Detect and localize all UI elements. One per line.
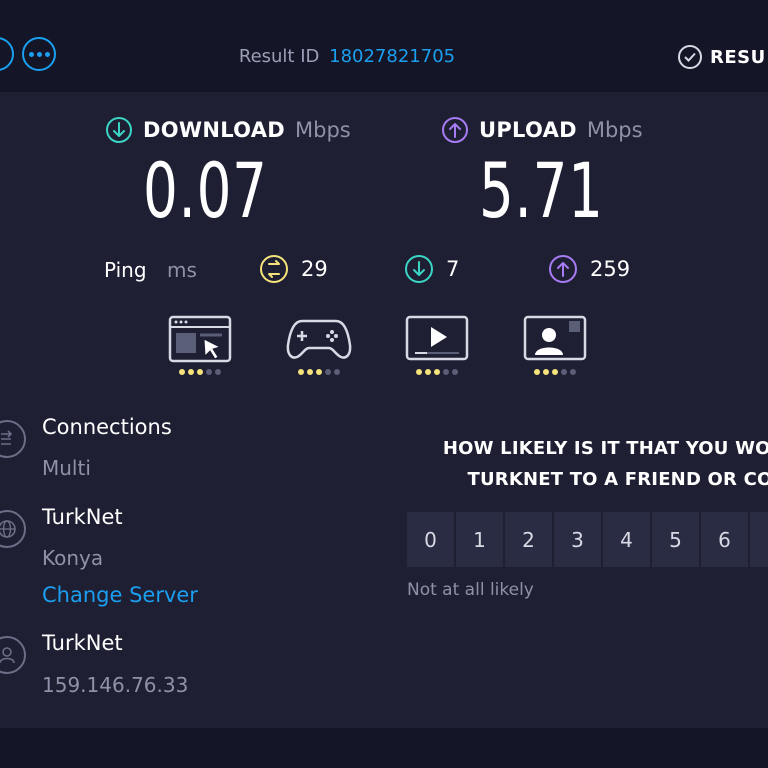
upload-ping-icon (549, 255, 577, 283)
upload-ping[interactable]: 259 (548, 254, 630, 284)
server-name: TurkNet (42, 505, 123, 529)
survey-option-5[interactable]: 5 (652, 512, 699, 567)
survey-option-3[interactable]: 3 (554, 512, 601, 567)
survey-scale: 01234567 (407, 512, 768, 567)
activity-web-browsing[interactable] (167, 315, 233, 375)
download-ping-value: 7 (446, 257, 460, 281)
upload-speed-value: 5.71 (479, 146, 604, 235)
result-id-label: Result ID (238, 46, 320, 67)
rating-dot (197, 369, 203, 375)
download-label: DOWNLOAD (143, 118, 286, 142)
connections-title: Connections (42, 415, 172, 439)
rating-dot (325, 369, 331, 375)
results-label: RESU (710, 46, 766, 68)
survey-question-line1: HOW LIKELY IS IT THAT YOU WOUL (442, 438, 768, 459)
rating-dot (179, 369, 185, 375)
upload-arrow-icon (442, 117, 468, 143)
rating-dot (307, 369, 313, 375)
activity-video-call[interactable] (522, 315, 588, 375)
rating-dot (434, 369, 440, 375)
survey-option-6[interactable]: 6 (701, 512, 748, 567)
video-call-rating (522, 369, 588, 375)
rating-dot (425, 369, 431, 375)
footer-bar (0, 728, 768, 768)
rating-dot (534, 369, 540, 375)
upload-unit: Mbps (586, 118, 643, 142)
results-button[interactable]: RESU (678, 45, 766, 69)
server-location: Konya (42, 546, 104, 570)
survey-option-4[interactable]: 4 (603, 512, 650, 567)
download-header: DOWNLOAD Mbps (105, 116, 351, 144)
top-bar: Result ID 18027821705 RESU (0, 0, 768, 92)
change-server-link[interactable]: Change Server (42, 583, 198, 607)
survey-option-0[interactable]: 0 (407, 512, 454, 567)
web-browsing-icon (168, 315, 232, 363)
ping-label: Ping (104, 258, 147, 282)
video-call-icon (523, 315, 587, 361)
result-id-link[interactable]: 18027821705 (329, 46, 455, 67)
unloaded-ping-icon (260, 255, 288, 283)
download-speed-value: 0.07 (143, 146, 268, 235)
survey-question: HOW LIKELY IS IT THAT YOU WOUL TURKNET T… (410, 433, 768, 495)
download-ping[interactable]: 7 (404, 254, 459, 284)
survey-option-1[interactable]: 1 (456, 512, 503, 567)
rating-dot (298, 369, 304, 375)
rating-dot (334, 369, 340, 375)
gaming-rating (286, 369, 352, 375)
upload-ping-value: 259 (590, 257, 631, 281)
rating-dot (452, 369, 458, 375)
video-streaming-rating (404, 369, 470, 375)
video-streaming-icon (405, 315, 469, 361)
survey-option-7[interactable]: 7 (750, 512, 768, 567)
connections-value: Multi (42, 456, 91, 480)
survey-option-2[interactable]: 2 (505, 512, 552, 567)
speedtest-result-page: Result ID 18027821705 RESU DOWNLOAD Mbps… (0, 0, 768, 768)
unloaded-ping[interactable]: 29 (259, 254, 328, 284)
provider-name: TurkNet (42, 631, 123, 655)
rating-dot (215, 369, 221, 375)
provider-ip: 159.146.76.33 (42, 673, 189, 697)
rating-dot (416, 369, 422, 375)
rating-dot (316, 369, 322, 375)
ping-unit: ms (167, 258, 197, 282)
rating-dot (561, 369, 567, 375)
upload-label: UPLOAD (479, 118, 577, 142)
download-unit: Mbps (295, 118, 351, 142)
survey-low-label: Not at all likely (407, 580, 534, 600)
gaming-controller-icon (286, 319, 352, 359)
result-id: Result ID 18027821705 (0, 46, 694, 67)
rating-dot (206, 369, 212, 375)
upload-header: UPLOAD Mbps (441, 116, 643, 144)
rating-dot (188, 369, 194, 375)
connections-icon (0, 420, 26, 458)
activity-gaming[interactable] (286, 315, 352, 375)
web-browsing-rating (167, 369, 233, 375)
rating-dot (552, 369, 558, 375)
survey-question-line2: TURKNET TO A FRIEND OR CO (467, 469, 768, 490)
check-circle-icon (678, 45, 702, 69)
user-icon (0, 636, 26, 674)
download-arrow-icon (106, 117, 132, 143)
activity-video-streaming[interactable] (404, 315, 470, 375)
download-ping-icon (405, 255, 433, 283)
rating-dot (443, 369, 449, 375)
rating-dot (543, 369, 549, 375)
unloaded-ping-value: 29 (301, 257, 328, 281)
globe-icon (0, 510, 26, 548)
rating-dot (570, 369, 576, 375)
